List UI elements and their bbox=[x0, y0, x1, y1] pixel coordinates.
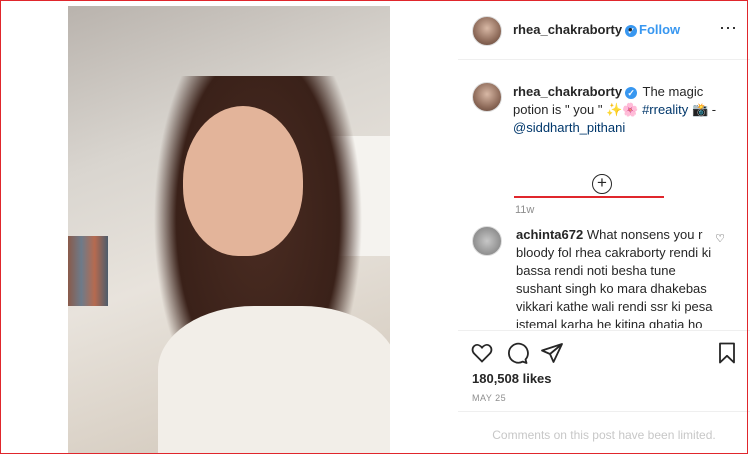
caption-emoji: 📸 - bbox=[691, 102, 717, 117]
separator-dot: • bbox=[628, 22, 633, 37]
caption-username[interactable]: rhea_chakraborty ✓ bbox=[513, 84, 638, 99]
post-date: MAY 25 bbox=[472, 393, 507, 403]
follow-button[interactable]: Follow bbox=[639, 22, 680, 37]
verified-badge-icon: ✓ bbox=[625, 86, 638, 99]
more-options-icon[interactable]: ⋯ bbox=[719, 18, 738, 39]
caption-mention[interactable]: @siddharth_pithani bbox=[513, 120, 625, 135]
post-actions: 180,508 likes MAY 25 Comments on this po… bbox=[458, 330, 750, 456]
comment-like-icon[interactable]: ♡ bbox=[715, 232, 725, 245]
photo-shirt bbox=[158, 306, 390, 454]
like-heart-icon[interactable] bbox=[470, 341, 494, 365]
author-username[interactable]: rhea_chakraborty ✓ bbox=[513, 22, 638, 37]
post-side-panel: rhea_chakraborty ✓ • Follow ⋯ rhea_chakra… bbox=[458, 0, 750, 456]
save-bookmark-icon[interactable] bbox=[715, 341, 739, 365]
caption-hashtag[interactable]: #rreality bbox=[642, 102, 688, 117]
caption-time: 11w bbox=[515, 204, 535, 216]
caption-text: rhea_chakraborty ✓ The magic potion is " … bbox=[513, 83, 738, 137]
commenter-username[interactable]: achinta672 bbox=[516, 227, 583, 242]
author-avatar[interactable] bbox=[472, 16, 502, 46]
caption-avatar[interactable] bbox=[472, 82, 502, 112]
comment-text: achinta672 What nonsens you r bloody fol… bbox=[516, 226, 716, 328]
comment-body: What nonsens you r bloody fol rhea cakra… bbox=[516, 227, 713, 328]
load-more-comments-icon[interactable]: + bbox=[592, 174, 612, 194]
highlight-underline bbox=[514, 196, 664, 198]
likes-count[interactable]: 180,508 likes bbox=[472, 371, 552, 386]
post-photo[interactable] bbox=[68, 6, 390, 454]
post-photo-area bbox=[0, 0, 458, 456]
share-icon[interactable] bbox=[540, 341, 564, 365]
photo-face bbox=[183, 106, 303, 256]
photo-bookshelf bbox=[68, 236, 108, 306]
comment-bubble-icon[interactable] bbox=[505, 341, 529, 365]
commenter-avatar[interactable] bbox=[472, 226, 502, 256]
post-header: rhea_chakraborty ✓ • Follow ⋯ bbox=[458, 0, 750, 60]
comments-limited-notice: Comments on this post have been limited. bbox=[458, 411, 750, 457]
comment-item: achinta672 What nonsens you r bloody fol… bbox=[458, 222, 750, 328]
